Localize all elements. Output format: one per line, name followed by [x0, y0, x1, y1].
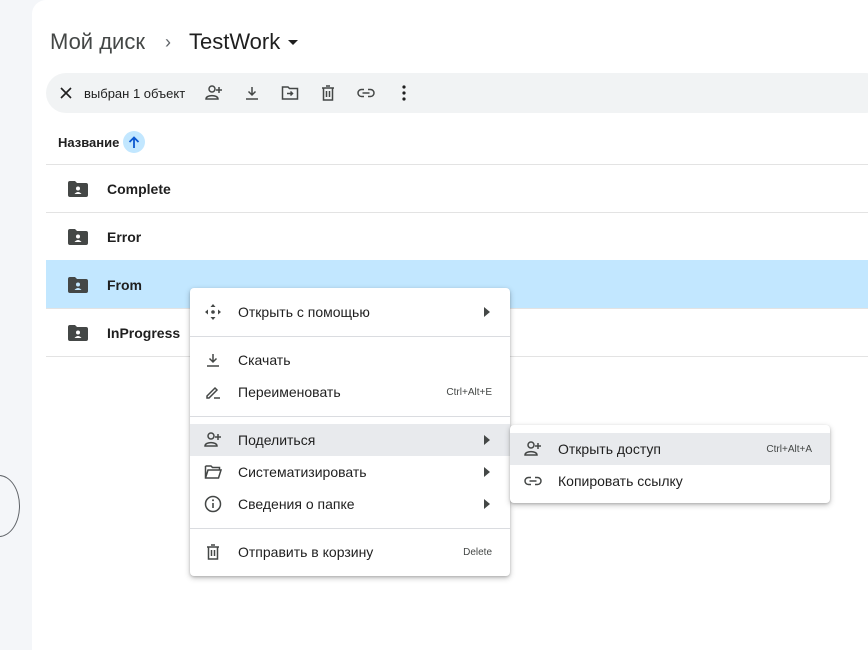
more-vert-icon	[402, 85, 406, 101]
item-name: Complete	[107, 180, 171, 197]
clear-selection-button[interactable]	[58, 85, 74, 101]
menu-item-label: Систематизировать	[238, 464, 367, 480]
trash-icon	[204, 543, 222, 561]
menu-divider	[190, 336, 510, 337]
menu-item-label: Отправить в корзину	[238, 544, 374, 560]
rename-icon	[204, 383, 222, 401]
breadcrumb-current-folder[interactable]: TestWork	[188, 29, 299, 55]
share-button[interactable]	[205, 84, 223, 102]
menu-item-shortcut: Ctrl+Alt+A	[766, 443, 812, 455]
selection-count: выбран 1 объект	[84, 85, 186, 101]
submenu-arrow-icon	[484, 499, 490, 509]
menu-item-shortcut: Delete	[463, 546, 492, 558]
list-item[interactable]: Complete	[46, 164, 868, 212]
download-button[interactable]	[243, 84, 261, 102]
shared-folder-icon	[68, 324, 88, 341]
close-icon	[60, 87, 72, 99]
menu-item-organize[interactable]: Систематизировать	[190, 456, 510, 488]
menu-divider	[190, 416, 510, 417]
left-nav-strip	[0, 0, 32, 638]
breadcrumb: Мой диск › TestWork	[50, 24, 299, 60]
share-icon	[204, 431, 222, 449]
column-header-name[interactable]: Название	[58, 131, 146, 153]
column-name-label: Название	[58, 134, 120, 150]
add-person-icon	[524, 440, 542, 458]
organize-folder-icon	[204, 463, 222, 481]
selection-action-bar: выбран 1 объект	[46, 73, 868, 113]
download-icon	[204, 351, 222, 369]
item-name: Error	[107, 228, 142, 245]
trash-icon	[322, 85, 335, 101]
share-submenu: Открыть доступ Ctrl+Alt+A Копировать ссы…	[510, 425, 830, 503]
menu-item-folder-info[interactable]: Сведения о папке	[190, 488, 510, 520]
submenu-item-open-access[interactable]: Открыть доступ Ctrl+Alt+A	[510, 433, 830, 465]
copy-link-button[interactable]	[357, 84, 375, 102]
menu-item-download[interactable]: Скачать	[190, 344, 510, 376]
list-item[interactable]: Error	[46, 212, 868, 260]
item-name: From	[107, 276, 142, 293]
link-icon	[524, 472, 542, 490]
move-button[interactable]	[281, 84, 299, 102]
item-name: InProgress	[107, 324, 181, 341]
shared-folder-icon	[68, 180, 88, 197]
menu-item-label: Скачать	[238, 352, 291, 368]
menu-item-label: Поделиться	[238, 432, 316, 448]
context-menu: Открыть с помощью Скачать Переименовать …	[190, 288, 510, 576]
trash-button[interactable]	[319, 84, 337, 102]
link-icon	[357, 88, 375, 98]
menu-item-label: Сведения о папке	[238, 496, 355, 512]
menu-item-share[interactable]: Поделиться	[190, 424, 510, 456]
submenu-item-copy-link[interactable]: Копировать ссылку	[510, 465, 830, 497]
shared-folder-icon	[68, 276, 88, 293]
breadcrumb-current-label: TestWork	[188, 29, 281, 54]
add-person-icon	[205, 85, 223, 100]
breadcrumb-separator-icon: ›	[164, 31, 171, 52]
info-icon	[204, 495, 222, 513]
open-with-icon	[204, 303, 222, 321]
menu-item-label: Открыть с помощью	[238, 304, 370, 320]
menu-item-label: Переименовать	[238, 384, 341, 400]
breadcrumb-root[interactable]: Мой диск	[50, 29, 145, 55]
shared-folder-icon	[68, 228, 88, 245]
menu-item-open-with[interactable]: Открыть с помощью	[190, 296, 510, 328]
menu-divider	[190, 528, 510, 529]
move-to-folder-icon	[281, 86, 299, 100]
menu-item-label: Открыть доступ	[558, 441, 661, 457]
more-actions-button[interactable]	[395, 84, 413, 102]
caret-down-icon	[288, 40, 299, 45]
arrow-up-icon	[129, 135, 140, 148]
submenu-arrow-icon	[484, 467, 490, 477]
download-icon	[246, 87, 259, 100]
submenu-arrow-icon	[484, 435, 490, 445]
sort-direction-button[interactable]	[123, 131, 146, 153]
menu-item-label: Копировать ссылку	[558, 473, 683, 489]
menu-item-move-to-trash[interactable]: Отправить в корзину Delete	[190, 536, 510, 568]
menu-item-rename[interactable]: Переименовать Ctrl+Alt+E	[190, 376, 510, 408]
menu-item-shortcut: Ctrl+Alt+E	[446, 386, 492, 398]
submenu-arrow-icon	[484, 307, 490, 317]
